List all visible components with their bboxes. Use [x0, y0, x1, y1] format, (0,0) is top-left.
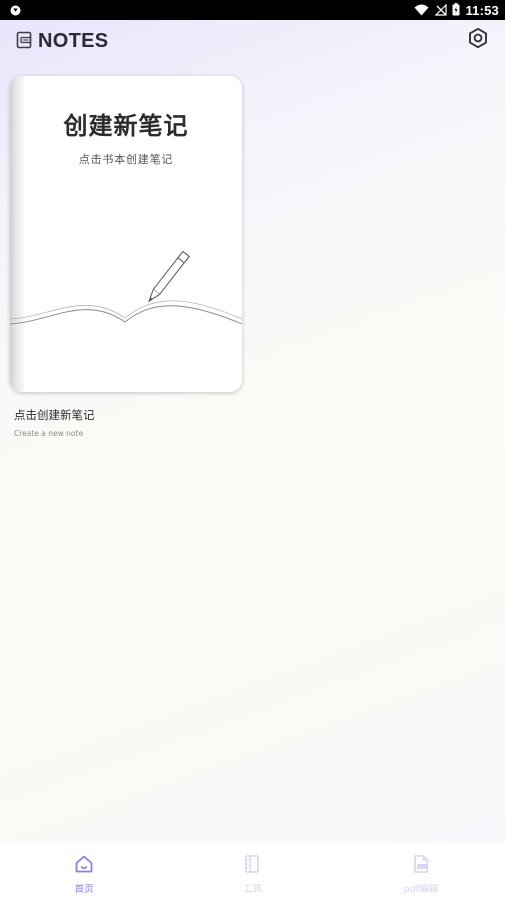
app-header: NOTES	[0, 20, 505, 62]
nav-item-home[interactable]: 首页	[0, 843, 168, 897]
open-book-pen-illustration	[10, 250, 242, 325]
app-title: NOTES	[38, 30, 109, 52]
notebook-cover-title: 创建新笔记	[63, 111, 189, 140]
create-note-subcaption: Create a new note	[14, 429, 84, 438]
pdf-file-icon	[411, 854, 431, 878]
settings-button[interactable]	[466, 27, 490, 53]
nav-label-tools: 工具	[242, 884, 262, 895]
battery-icon	[452, 1, 460, 20]
home-icon	[74, 854, 94, 878]
status-time: 11:53	[465, 2, 499, 18]
app-notification-icon	[10, 1, 21, 20]
notebook-cover-subtitle: 点击书本创建笔记	[78, 153, 174, 166]
create-notebook-card[interactable]: 创建新笔记 点击书本创建笔记	[10, 76, 242, 392]
status-bar: 11:53	[0, 0, 505, 20]
app-title-group: NOTES	[16, 30, 108, 53]
nav-label-pdf-edit: pdf编辑	[403, 884, 439, 895]
notebook-icon	[242, 854, 262, 878]
wifi-icon	[414, 1, 429, 20]
notes-logo-icon	[16, 31, 34, 53]
create-note-caption: 点击创建新笔记	[14, 408, 95, 422]
nav-item-tools[interactable]: 工具	[168, 843, 336, 897]
nav-item-pdf-edit[interactable]: pdf编辑	[337, 843, 505, 897]
bottom-navigation: 首页 工具 pdf编辑	[0, 843, 505, 897]
settings-icon	[467, 27, 489, 53]
nav-label-home: 首页	[74, 884, 94, 895]
no-signal-icon	[434, 1, 448, 20]
